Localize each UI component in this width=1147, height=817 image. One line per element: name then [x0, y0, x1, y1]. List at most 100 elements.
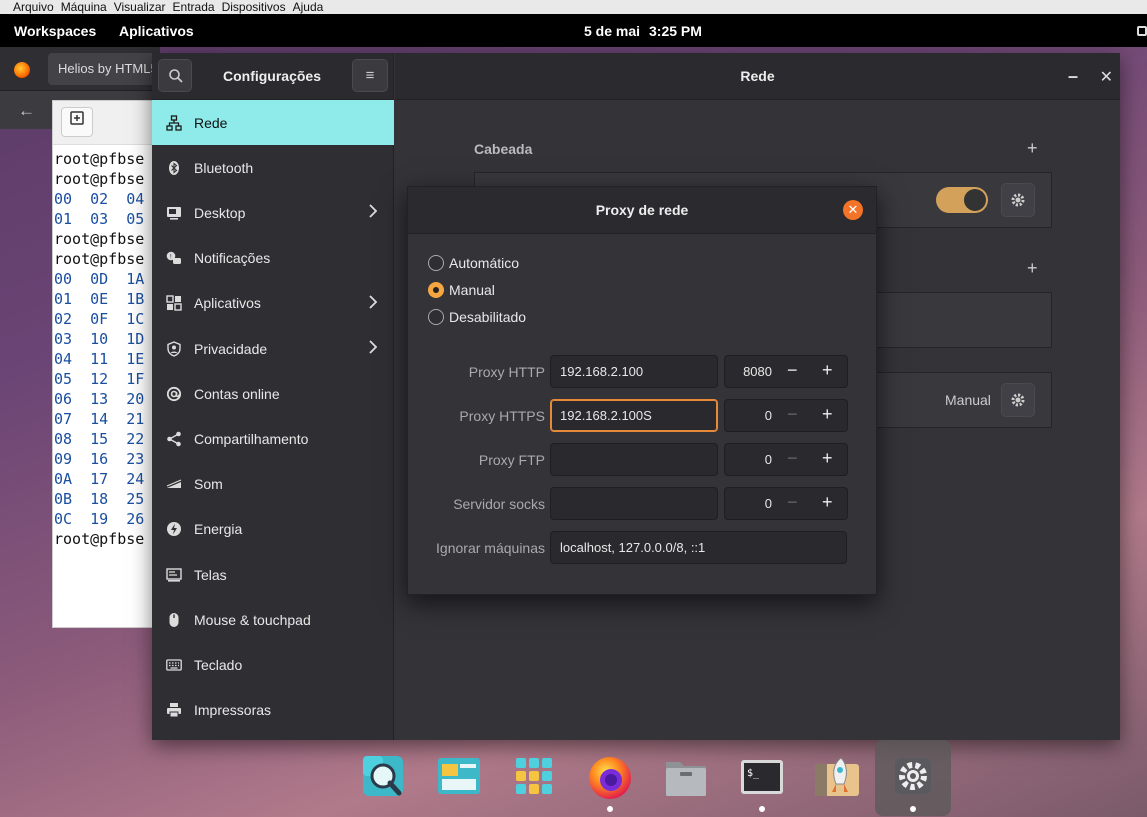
proxy-ftp-host-input[interactable] — [550, 443, 718, 476]
radio-button[interactable] — [428, 255, 444, 271]
sidebar-header: Configurações ≡ — [152, 53, 394, 100]
sidebar-item-rede[interactable]: Rede — [152, 100, 394, 145]
plus-icon[interactable]: + — [822, 448, 833, 469]
minus-icon[interactable]: − — [787, 448, 798, 469]
proxy-https-host-input[interactable]: 192.168.2.100S — [550, 399, 718, 432]
plus-icon[interactable]: + — [822, 360, 833, 381]
dock-item[interactable] — [648, 740, 724, 816]
wired-settings-button[interactable] — [1001, 183, 1035, 217]
proxy-socks-port-stepper[interactable]: 0− + — [724, 487, 848, 520]
sidebar-item-notifica-es[interactable]: ! Notificações — [152, 236, 394, 281]
minus-icon[interactable]: − — [787, 492, 798, 513]
dock-item[interactable] — [572, 740, 648, 816]
terminal-line: 06 13 20 — [54, 390, 145, 408]
sidebar-item-energia[interactable]: Energia — [152, 507, 394, 552]
sidebar-item-mouse-touchpad[interactable]: Mouse & touchpad — [152, 597, 394, 642]
applications-icon — [166, 295, 182, 311]
panel-time[interactable]: 3:25 PM — [649, 23, 702, 39]
dock-item[interactable]: $_ — [724, 740, 800, 816]
radio-button[interactable] — [428, 282, 444, 298]
vm-menu-arquivo[interactable]: Arquivo — [0, 0, 61, 14]
vm-menu-dispositivos[interactable]: Dispositivos — [222, 0, 293, 14]
proxy-option-disabled[interactable]: Desabilitado — [428, 308, 526, 326]
proxy-socks-host-input[interactable] — [550, 487, 718, 520]
terminal-line: 08 15 22 — [54, 430, 145, 448]
terminal-line: 0C 19 26 — [54, 510, 145, 528]
port-value[interactable]: 0 — [725, 496, 772, 511]
sidebar-item-label: Mouse & touchpad — [194, 611, 311, 628]
vm-menu-visualizar[interactable]: Visualizar — [114, 0, 173, 14]
dialog-close-icon[interactable]: ✕ — [843, 200, 863, 220]
proxy-option-manual[interactable]: Manual — [428, 281, 495, 299]
ignore-hosts-input[interactable]: localhost, 127.0.0.0/8, ::1 — [550, 531, 847, 564]
search-button[interactable] — [158, 59, 192, 92]
proxy-http-port-stepper[interactable]: 8080− + — [724, 355, 848, 388]
terminal-line: 04 11 1E — [54, 350, 145, 368]
dock-item[interactable] — [345, 740, 421, 816]
dock-item[interactable] — [496, 740, 572, 816]
dock-item[interactable] — [799, 740, 875, 816]
applications-button[interactable]: Aplicativos — [119, 23, 194, 39]
add-vpn-icon[interactable]: + — [1027, 258, 1038, 279]
sidebar-item-desktop[interactable]: Desktop — [152, 190, 394, 235]
proxy-dialog: Proxy de rede ✕ Automático Manual Desabili… — [407, 186, 877, 595]
sidebar-item-telas[interactable]: Telas — [152, 552, 394, 597]
proxy-ftp-port-stepper[interactable]: 0− + — [724, 443, 848, 476]
sidebar-item-bluetooth[interactable]: Bluetooth — [152, 145, 394, 190]
wired-toggle[interactable] — [936, 187, 988, 213]
close-icon[interactable]: ✕ — [1100, 67, 1113, 87]
gear-icon — [1011, 393, 1025, 407]
browser-tab[interactable]: Helios by HTML5 — [48, 53, 158, 85]
proxy-settings-button[interactable] — [1001, 383, 1035, 417]
dock-item[interactable] — [874, 740, 951, 816]
gear-icon — [1011, 193, 1025, 207]
sidebar-item-som[interactable]: Som — [152, 462, 394, 507]
workspaces-button[interactable]: Workspaces — [14, 23, 96, 39]
radio-button[interactable] — [428, 309, 444, 325]
proxy-http-label: Proxy HTTP — [468, 364, 545, 380]
dock-item[interactable] — [421, 740, 497, 816]
sidebar-item-aplicativos[interactable]: Aplicativos — [152, 281, 394, 326]
terminal-line: 09 16 23 — [54, 450, 145, 468]
terminal-window[interactable]: root@pfbse root@pfbse 00 02 04 01 03 05 root… — [52, 100, 160, 628]
sidebar-item-compartilhamento[interactable]: Compartilhamento — [152, 416, 394, 461]
sidebar-item-label: Desktop — [194, 204, 246, 221]
share-icon — [166, 431, 182, 447]
proxy-option-automatic[interactable]: Automático — [428, 254, 519, 272]
chevron-right-icon — [368, 203, 378, 224]
network-tray-icon[interactable] — [1137, 26, 1147, 36]
port-value[interactable]: 0 — [725, 408, 772, 423]
menu-button[interactable]: ≡ — [352, 59, 388, 92]
port-value[interactable]: 8080 — [725, 364, 772, 379]
dock: $_ — [345, 740, 955, 817]
plus-icon[interactable]: + — [822, 404, 833, 425]
minus-icon[interactable]: − — [787, 404, 798, 425]
plus-icon[interactable]: + — [822, 492, 833, 513]
sidebar-item-teclado[interactable]: Teclado — [152, 642, 394, 687]
sidebar-item-contas-online[interactable]: Contas online — [152, 371, 394, 416]
displays-icon — [166, 567, 182, 583]
minus-icon[interactable]: − — [787, 360, 798, 381]
sidebar-item-label: Impressoras — [194, 702, 272, 719]
vm-menu-ajuda[interactable]: Ajuda — [293, 0, 331, 14]
proxy-https-port-stepper[interactable]: 0− + — [724, 399, 848, 432]
terminal-line: 0A 17 24 — [54, 470, 145, 488]
page-title: Rede — [740, 68, 775, 84]
add-wired-icon[interactable]: + — [1027, 138, 1038, 159]
proxy-http-host-input[interactable]: 192.168.2.100 — [550, 355, 718, 388]
sidebar-item-privacidade[interactable]: Privacidade — [152, 326, 394, 371]
terminal-output: root@pfbse root@pfbse 00 02 04 01 03 05 root… — [53, 145, 159, 549]
vm-menu-entrada[interactable]: Entrada — [173, 0, 222, 14]
mouse-icon — [166, 612, 182, 628]
proxy-https-label: Proxy HTTPS — [459, 408, 545, 424]
panel-date[interactable]: 5 de mai — [584, 23, 640, 39]
new-tab-button[interactable] — [61, 107, 93, 137]
back-arrow-icon[interactable]: ← — [18, 101, 35, 121]
vm-menu-maquina[interactable]: Máquina — [61, 0, 114, 14]
minimize-icon[interactable]: – — [1068, 66, 1078, 87]
network-icon — [166, 114, 182, 131]
sidebar-item-impressoras[interactable]: Impressoras — [152, 688, 394, 733]
terminal-header — [53, 101, 159, 145]
radio-label: Manual — [449, 282, 495, 298]
port-value[interactable]: 0 — [725, 452, 772, 467]
